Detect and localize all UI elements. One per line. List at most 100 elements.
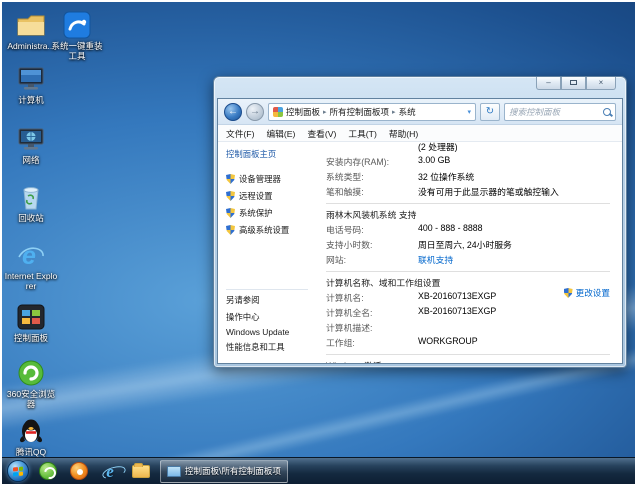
- activation-header: Windows 激活: [326, 359, 610, 363]
- desktop-icon-internet-explorer[interactable]: e Internet Explorer: [4, 240, 58, 292]
- desktop: Administra... 系统一键重装工具 计算机 网络 回收站: [2, 2, 635, 484]
- desktop-icon-360-browser[interactable]: 360安全浏览器: [4, 358, 58, 410]
- search-box: [504, 103, 616, 121]
- desktop-icon-control-panel[interactable]: 控制面板: [4, 302, 58, 344]
- back-icon: ←: [228, 106, 238, 117]
- desktop-icon-label: 控制面板: [4, 334, 58, 344]
- desktop-icon-computer[interactable]: 计算机: [4, 64, 58, 106]
- info-row-pen-touch: 笔和触摸: 没有可用于此显示器的笔或触控输入: [326, 185, 610, 198]
- desktop-icon-label: 系统一键重装工具: [50, 42, 104, 62]
- forward-icon: →: [250, 106, 260, 117]
- taskbar-icon-browser[interactable]: [67, 459, 91, 483]
- maximize-button[interactable]: [561, 77, 586, 90]
- folder-icon: [132, 465, 150, 478]
- see-also-header: 另请参阅: [226, 294, 308, 306]
- menu-view[interactable]: 查看(V): [307, 127, 336, 140]
- sidebar-item-label: 高级系统设置: [239, 224, 289, 236]
- navigation-bar: ← → 控制面板 ▸ 所有控制面板项 ▸ 系统 ▾ ↻: [218, 99, 622, 125]
- 360-browser-icon: [39, 462, 57, 480]
- breadcrumb-all-items[interactable]: 所有控制面板项: [330, 106, 390, 118]
- system-window: – × ← → 控制面板 ▸ 所有控制面板项 ▸ 系统 ▾: [213, 76, 627, 368]
- taskbar-icon-360-browser[interactable]: [36, 459, 60, 483]
- system-info-panel: (2 处理器) 安装内存(RAM): 3.00 GB 系统类型: 32 位操作系…: [314, 142, 622, 363]
- info-row-ram: 安装内存(RAM): 3.00 GB: [326, 155, 610, 168]
- orange-browser-icon: [70, 462, 88, 480]
- screen: Administra... 系统一键重装工具 计算机 网络 回收站: [0, 0, 637, 486]
- menu-edit[interactable]: 编辑(E): [266, 127, 295, 140]
- computer-icon: [15, 64, 47, 94]
- taskbar-icon-explorer[interactable]: [129, 459, 153, 483]
- support-row-hours: 支持小时数: 周日至周六, 24小时服务: [326, 238, 610, 251]
- activation-section: Windows 激活 Windows 已激活 产品 ID: 00426-OEM-…: [326, 354, 610, 363]
- name-row-description: 计算机描述:: [326, 321, 610, 334]
- support-row-website: 网站: 联机支持: [326, 253, 610, 266]
- window-client-area: ← → 控制面板 ▸ 所有控制面板项 ▸ 系统 ▾ ↻: [217, 98, 623, 364]
- uac-shield-icon: [226, 191, 235, 201]
- reinstall-tool-icon: [61, 10, 93, 40]
- sidebar: 控制面板主页 设备管理器 远程设置 系统保护: [218, 142, 314, 363]
- sidebar-item-device-manager[interactable]: 设备管理器: [226, 173, 308, 185]
- internet-explorer-icon: e: [15, 240, 47, 270]
- uac-shield-icon: [564, 288, 573, 298]
- close-icon: ×: [599, 78, 604, 87]
- 360-browser-icon: [15, 358, 47, 388]
- breadcrumb-system[interactable]: 系统: [399, 106, 416, 118]
- sidebar-item-system-protection[interactable]: 系统保护: [226, 207, 308, 219]
- sidebar-item-action-center[interactable]: 操作中心: [226, 311, 308, 323]
- sidebar-item-advanced-settings[interactable]: 高级系统设置: [226, 224, 308, 236]
- menu-bar: 文件(F) 编辑(E) 查看(V) 工具(T) 帮助(H): [218, 125, 622, 142]
- maximize-icon: [570, 80, 577, 85]
- desktop-icon-label: Internet Explorer: [4, 272, 58, 292]
- taskbar-active-window-button[interactable]: 控制面板\所有控制面板项: [160, 460, 288, 483]
- window-caption-buttons: – ×: [536, 77, 616, 90]
- desktop-icon-qq[interactable]: 腾讯QQ: [4, 416, 58, 458]
- desktop-icon-label: 计算机: [4, 96, 58, 106]
- user-folder-icon: [15, 10, 47, 40]
- uac-shield-icon: [226, 174, 235, 184]
- name-row-workgroup: 工作组: WORKGROUP: [326, 336, 610, 349]
- forward-button[interactable]: →: [246, 103, 264, 121]
- desktop-icon-label: 360安全浏览器: [4, 390, 58, 410]
- back-button[interactable]: ←: [224, 103, 242, 121]
- minimize-button[interactable]: –: [536, 77, 561, 90]
- uac-shield-icon: [226, 208, 235, 218]
- sidebar-item-home[interactable]: 控制面板主页: [226, 148, 308, 160]
- sidebar-item-remote-settings[interactable]: 远程设置: [226, 190, 308, 202]
- support-row-phone: 电话号码: 400 - 888 - 8888: [326, 223, 610, 236]
- close-button[interactable]: ×: [586, 77, 616, 90]
- recycle-bin-icon: [15, 182, 47, 212]
- taskbar-window-title: 控制面板\所有控制面板项: [185, 465, 281, 477]
- menu-file[interactable]: 文件(F): [226, 127, 254, 140]
- desktop-icon-recycle-bin[interactable]: 回收站: [4, 182, 58, 224]
- breadcrumb-control-panel[interactable]: 控制面板: [286, 106, 320, 118]
- search-icon: [603, 108, 611, 116]
- sidebar-item-performance-tools[interactable]: 性能信息和工具: [226, 341, 308, 353]
- windows-flag-icon: [13, 466, 23, 476]
- sidebar-item-label: 设备管理器: [239, 173, 281, 185]
- menu-help[interactable]: 帮助(H): [389, 127, 418, 140]
- taskbar-icon-internet-explorer[interactable]: e: [98, 459, 122, 483]
- desktop-icon-network[interactable]: 网络: [4, 124, 58, 166]
- breadcrumb[interactable]: 控制面板 ▸ 所有控制面板项 ▸ 系统 ▾: [268, 103, 476, 121]
- control-panel-window-icon: [167, 466, 181, 477]
- minimize-icon: –: [546, 78, 550, 87]
- sidebar-item-windows-update[interactable]: Windows Update: [226, 327, 308, 337]
- name-row-full-name: 计算机全名: XB-20160713EXGP: [326, 306, 610, 319]
- search-input[interactable]: [509, 107, 600, 117]
- control-panel-icon: [15, 302, 47, 332]
- online-support-link[interactable]: 联机支持: [418, 253, 453, 266]
- control-panel-address-icon: [273, 107, 283, 117]
- computer-name-section: 计算机名称、域和工作组设置 更改设置 计算机名: XB-20160713EXGP…: [326, 271, 610, 349]
- support-header: 雨林木风装机系统 支持: [326, 208, 610, 221]
- refresh-button[interactable]: ↻: [480, 103, 500, 121]
- change-settings-link[interactable]: 更改设置: [564, 287, 610, 299]
- qq-penguin-icon: [15, 416, 47, 446]
- sidebar-item-label: 系统保护: [239, 207, 273, 219]
- desktop-icon-label: 网络: [4, 156, 58, 166]
- desktop-icon-label: 回收站: [4, 214, 58, 224]
- start-button[interactable]: [7, 460, 29, 482]
- menu-tools[interactable]: 工具(T): [348, 127, 376, 140]
- internet-explorer-icon: e: [106, 463, 114, 480]
- desktop-icon-reinstall-tool[interactable]: 系统一键重装工具: [50, 10, 104, 62]
- address-dropdown-icon[interactable]: ▾: [467, 108, 471, 116]
